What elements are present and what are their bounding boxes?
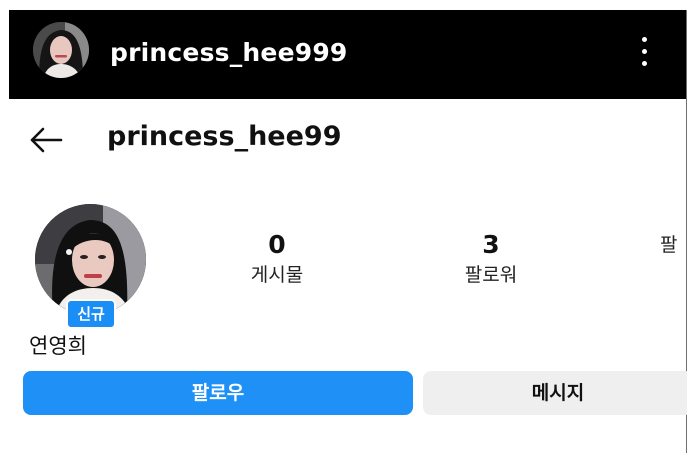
arrow-left-icon[interactable] bbox=[28, 125, 64, 155]
top-bar: princess_hee999 bbox=[9, 10, 686, 99]
stat-followers-label: 팔로워 bbox=[464, 264, 518, 286]
stat-followers-count: 3 bbox=[482, 230, 500, 259]
more-vertical-icon[interactable] bbox=[633, 35, 655, 69]
stat-posts-count: 0 bbox=[268, 230, 286, 259]
topbar-username: princess_hee999 bbox=[110, 38, 348, 67]
follow-button[interactable]: 팔로우 bbox=[23, 371, 413, 415]
message-button[interactable]: 메시지 bbox=[423, 371, 687, 415]
stat-followers[interactable]: 3 팔로워 bbox=[431, 230, 551, 290]
stat-posts[interactable]: 0 게시물 bbox=[217, 230, 337, 290]
stat-following-label: 팔 bbox=[660, 234, 678, 256]
avatar[interactable] bbox=[33, 22, 89, 78]
page-title: princess_hee99 bbox=[107, 121, 342, 152]
display-name: 연영희 bbox=[29, 334, 87, 358]
new-badge: 신규 bbox=[66, 299, 116, 329]
stat-following[interactable]: 팔 bbox=[660, 230, 687, 260]
stat-posts-label: 게시물 bbox=[250, 264, 304, 286]
